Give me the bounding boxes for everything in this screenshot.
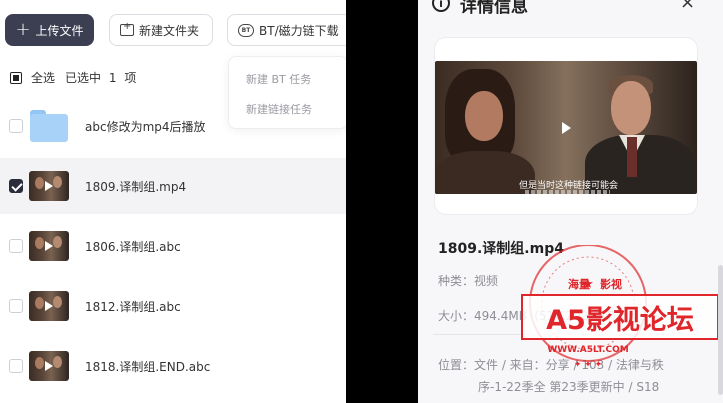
video-preview[interactable]: 但是当时这种链接可能会 <box>435 61 697 194</box>
plus-icon: + <box>15 19 31 40</box>
play-icon <box>45 241 53 251</box>
file-name: 1818.译制组.END.abc <box>85 359 211 374</box>
details-panel: i 详情信息 × 但是当时这种链接可能会 1809.译制组.mp4 种类：视频 … <box>418 0 723 403</box>
row-checkbox[interactable] <box>9 359 23 373</box>
folder-plus-icon <box>120 21 134 36</box>
detail-location-cont: 序-1-22季全 第23季更新中 / S18 <box>478 380 660 394</box>
selected-count: 1 <box>108 71 117 85</box>
watermark-top-right: 影视 <box>600 277 622 291</box>
selection-count: 已选中 1 项 <box>65 69 140 86</box>
selected-prefix: 已选中 <box>65 71 102 85</box>
select-all-checkbox[interactable] <box>10 71 22 84</box>
list-item[interactable]: 1806.译制组.abc <box>0 218 346 274</box>
file-list-panel: + 上传文件 新建文件夹 BT BT/磁力链下载 新建 BT 任务 新建链接任务… <box>0 0 346 403</box>
file-name: abc修改为mp4后播放 <box>85 119 206 134</box>
detail-file-name: 1809.译制组.mp4 <box>438 241 564 257</box>
detail-size: 大小：494.4MB（514,292 字节） <box>438 307 628 324</box>
bt-download-button[interactable]: BT BT/磁力链下载 <box>227 14 346 46</box>
detail-location: 位置：文件 / 来自：分享 / 103 / 法律与秩 <box>438 358 664 372</box>
new-bt-task-item[interactable]: 新建 BT 任务 <box>246 71 311 87</box>
upload-button[interactable]: + 上传文件 <box>5 14 94 46</box>
close-icon[interactable]: × <box>680 0 695 13</box>
file-name: 1806.译制组.abc <box>85 239 181 254</box>
detail-size-bytes: 4,292 字节） <box>554 309 629 323</box>
list-item[interactable]: 1818.译制组.END.abc <box>0 338 346 394</box>
play-icon <box>45 181 53 191</box>
folder-icon <box>30 110 68 142</box>
file-name: 1809.译制组.mp4 <box>85 179 187 194</box>
detail-size-value: 大小：494.4MB（51 <box>438 309 555 323</box>
row-checkbox[interactable] <box>9 239 23 253</box>
star-icon: ★ <box>582 277 594 292</box>
row-checkbox[interactable] <box>9 179 23 193</box>
selection-bar: 全选 已选中 1 项 <box>10 69 140 86</box>
info-icon: i <box>432 0 450 12</box>
bt-download-label: BT/磁力链下载 <box>259 23 339 38</box>
panel-divider <box>346 0 418 403</box>
list-item[interactable]: 1812.译制组.abc <box>0 278 346 334</box>
play-icon[interactable] <box>562 122 571 134</box>
selected-suffix: 项 <box>124 71 137 85</box>
row-checkbox[interactable] <box>9 299 23 313</box>
list-item[interactable]: 1809.译制组.mp4 <box>0 158 346 214</box>
row-checkbox[interactable] <box>9 119 23 133</box>
video-subtitle-line2 <box>525 190 610 194</box>
panel-title: 详情信息 <box>460 0 528 17</box>
play-icon <box>45 361 53 371</box>
play-icon <box>45 301 53 311</box>
select-all-label[interactable]: 全选 <box>31 69 55 86</box>
detail-kind: 种类：视频 <box>438 274 499 288</box>
video-thumbnail <box>29 351 69 381</box>
file-name: 1812.译制组.abc <box>85 299 181 314</box>
list-item[interactable]: abc修改为mp4后播放 <box>0 98 346 154</box>
divider <box>433 334 703 335</box>
bt-icon: BT <box>238 23 254 37</box>
video-thumbnail <box>29 231 69 261</box>
upload-button-label: 上传文件 <box>35 23 84 38</box>
video-thumbnail <box>29 291 69 321</box>
new-folder-label: 新建文件夹 <box>139 23 200 38</box>
scrollbar[interactable] <box>718 265 723 395</box>
watermark-top-left: 海量 <box>568 277 590 291</box>
video-thumbnail <box>29 171 69 201</box>
new-folder-button[interactable]: 新建文件夹 <box>109 14 213 46</box>
